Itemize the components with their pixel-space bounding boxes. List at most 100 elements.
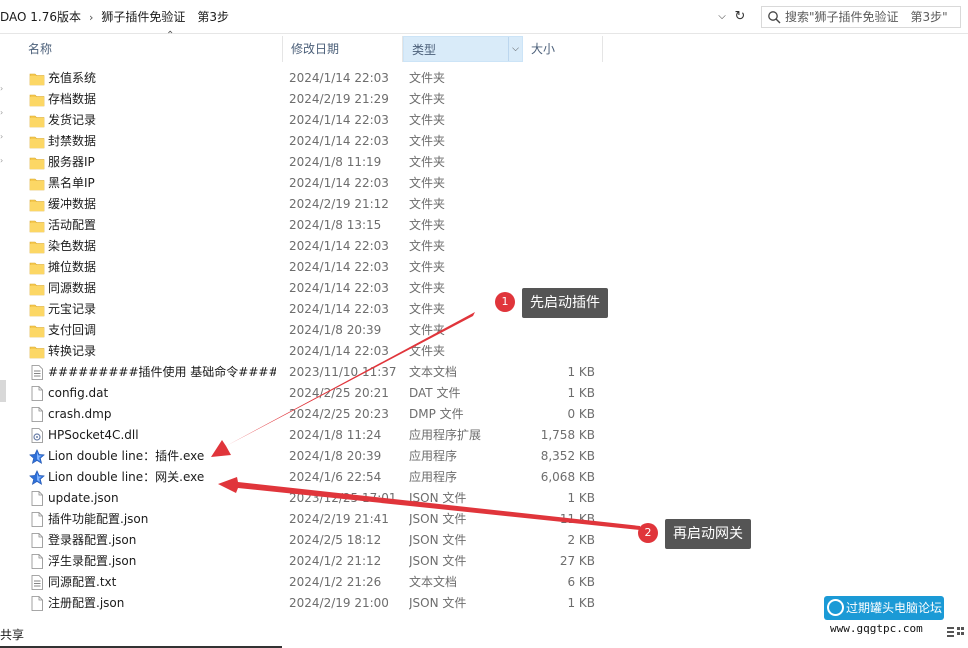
- column-header-size[interactable]: 大小: [523, 36, 603, 62]
- exe-star-icon: [28, 448, 46, 465]
- column-header-type-label: 类型: [412, 43, 437, 57]
- file-row[interactable]: 服务器IP 2024/1/8 11:19 文件夹: [20, 152, 620, 173]
- file-type: 文件夹: [409, 113, 446, 127]
- file-size: [520, 152, 595, 173]
- file-date: 2024/1/8 20:39: [289, 323, 382, 337]
- file-row[interactable]: #########插件使用 基础命令#####... 2023/11/10 11:…: [20, 362, 620, 383]
- file-date: 2024/1/8 13:15: [289, 218, 382, 232]
- file-size: 1 KB: [567, 596, 595, 610]
- column-header-type[interactable]: 类型 ⌵: [403, 36, 523, 62]
- file-row[interactable]: 充值系统 2024/1/14 22:03 文件夹: [20, 68, 620, 89]
- file-name: 染色数据: [48, 239, 97, 253]
- file-date: 2024/2/19 21:00: [289, 596, 389, 610]
- file-size: [520, 320, 595, 341]
- file-type: JSON 文件: [409, 554, 467, 568]
- file-date: 2024/2/19 21:29: [289, 92, 389, 106]
- file-row[interactable]: 缓冲数据 2024/2/19 21:12 文件夹: [20, 194, 620, 215]
- expand-arrow-icon[interactable]: ›: [0, 108, 8, 118]
- file-date: 2024/1/14 22:03: [289, 239, 389, 253]
- address-history-dropdown-icon[interactable]: ⌵: [714, 8, 730, 26]
- folder-icon: [29, 260, 45, 275]
- file-size: [520, 131, 595, 152]
- folder-icon: [29, 71, 45, 86]
- file-type: JSON 文件: [409, 596, 467, 610]
- file-icon: [29, 407, 45, 422]
- file-row[interactable]: 发货记录 2024/1/14 22:03 文件夹: [20, 110, 620, 131]
- file-name: 缓冲数据: [48, 197, 97, 211]
- expand-arrow-icon[interactable]: ›: [0, 84, 8, 94]
- file-size: [520, 110, 595, 131]
- file-date: 2024/1/8 20:39: [289, 449, 382, 463]
- file-row[interactable]: HPSocket4C.dll 2024/1/8 11:24 应用程序扩展 1,758 …: [20, 425, 620, 446]
- file-date: 2024/1/2 21:26: [289, 575, 382, 589]
- file-row[interactable]: 支付回调 2024/1/8 20:39 文件夹: [20, 320, 620, 341]
- file-date: 2024/1/14 22:03: [289, 302, 389, 316]
- file-row[interactable]: 浮生录配置.json 2024/1/2 21:12 JSON 文件 27 KB: [20, 551, 620, 572]
- folder-icon: [29, 281, 45, 296]
- file-type: 文件夹: [409, 323, 446, 337]
- file-size: 8,352 KB: [540, 449, 595, 463]
- file-type: JSON 文件: [409, 491, 467, 505]
- column-filter-dropdown-icon[interactable]: ⌵: [508, 37, 522, 61]
- file-name: 摊位数据: [48, 260, 97, 274]
- expand-arrow-icon[interactable]: ›: [0, 156, 8, 166]
- file-row[interactable]: 封禁数据 2024/1/14 22:03 文件夹: [20, 131, 620, 152]
- file-name: 支付回调: [48, 323, 97, 337]
- callout-step-2: 再启动网关: [665, 519, 751, 549]
- search-box[interactable]: [761, 6, 961, 28]
- file-row[interactable]: update.json 2023/12/25 17:01 JSON 文件 1 KB: [20, 488, 620, 509]
- step-badge-1: 1: [495, 292, 515, 312]
- file-row[interactable]: 插件功能配置.json 2024/2/19 21:41 JSON 文件 11 KB: [20, 509, 620, 530]
- column-header-date[interactable]: 修改日期: [283, 36, 403, 62]
- file-name: 封禁数据: [48, 134, 97, 148]
- file-size: 6,068 KB: [540, 470, 595, 484]
- file-size: 0 KB: [567, 407, 595, 421]
- file-type: 文件夹: [409, 155, 446, 169]
- breadcrumb-current[interactable]: 狮子插件免验证 第3步: [101, 7, 229, 27]
- file-size: [520, 215, 595, 236]
- file-row[interactable]: Lion double line：插件.exe 2024/1/8 20:39 应用程…: [20, 446, 620, 467]
- file-type: 应用程序扩展: [409, 428, 482, 442]
- expand-arrow-icon[interactable]: ›: [0, 132, 8, 142]
- refresh-icon[interactable]: ↻: [731, 7, 749, 27]
- file-type: 文件夹: [409, 92, 446, 106]
- column-header: ⌃ 名称 修改日期 类型 ⌵ 大小: [20, 30, 620, 62]
- file-row[interactable]: 活动配置 2024/1/8 13:15 文件夹: [20, 215, 620, 236]
- file-date: 2024/1/8 11:19: [289, 155, 382, 169]
- file-type: JSON 文件: [409, 533, 467, 547]
- file-type: 文件夹: [409, 218, 446, 232]
- file-row[interactable]: 黑名单IP 2024/1/14 22:03 文件夹: [20, 173, 620, 194]
- address-bar[interactable]: DAO 1.76版本 › 狮子插件免验证 第3步: [0, 7, 750, 27]
- details-view-icon[interactable]: [946, 626, 966, 638]
- file-row[interactable]: 存档数据 2024/2/19 21:29 文件夹: [20, 89, 620, 110]
- file-row[interactable]: 转换记录 2024/1/14 22:03 文件夹: [20, 341, 620, 362]
- file-name: #########插件使用 基础命令#####...: [48, 365, 276, 379]
- file-date: 2024/2/25 20:23: [289, 407, 389, 421]
- file-size: [520, 341, 595, 362]
- file-row[interactable]: crash.dmp 2024/2/25 20:23 DMP 文件 0 KB: [20, 404, 620, 425]
- folder-icon: [29, 197, 45, 212]
- file-date: 2024/2/5 18:12: [289, 533, 382, 547]
- file-row[interactable]: Lion double line：网关.exe 2024/1/6 22:54 应用程…: [20, 467, 620, 488]
- file-type: 文件夹: [409, 260, 446, 274]
- file-row[interactable]: 注册配置.json 2024/2/19 21:00 JSON 文件 1 KB: [20, 593, 620, 614]
- step-badge-2: 2: [638, 523, 658, 543]
- search-input[interactable]: [785, 9, 957, 25]
- file-row[interactable]: 登录器配置.json 2024/2/5 18:12 JSON 文件 2 KB: [20, 530, 620, 551]
- file-type: DAT 文件: [409, 386, 461, 400]
- file-date: 2024/1/6 22:54: [289, 470, 382, 484]
- breadcrumb-chevron-icon[interactable]: ›: [89, 8, 93, 27]
- file-row[interactable]: 摊位数据 2024/1/14 22:03 文件夹: [20, 257, 620, 278]
- file-type: 文件夹: [409, 239, 446, 253]
- breadcrumb-parent[interactable]: DAO 1.76版本: [0, 7, 81, 27]
- folder-icon: [29, 92, 45, 107]
- column-header-name[interactable]: 名称: [20, 36, 283, 62]
- file-name: 登录器配置.json: [48, 533, 137, 547]
- file-row[interactable]: 同源配置.txt 2024/1/2 21:26 文本文档 6 KB: [20, 572, 620, 593]
- address-bar-row: DAO 1.76版本 › 狮子插件免验证 第3步 ⌵ ↻: [0, 0, 968, 34]
- file-row[interactable]: config.dat 2024/2/25 20:21 DAT 文件 1 KB: [20, 383, 620, 404]
- file-size: [520, 257, 595, 278]
- file-name: update.json: [48, 491, 119, 505]
- file-row[interactable]: 染色数据 2024/1/14 22:03 文件夹: [20, 236, 620, 257]
- file-name: 服务器IP: [48, 155, 95, 169]
